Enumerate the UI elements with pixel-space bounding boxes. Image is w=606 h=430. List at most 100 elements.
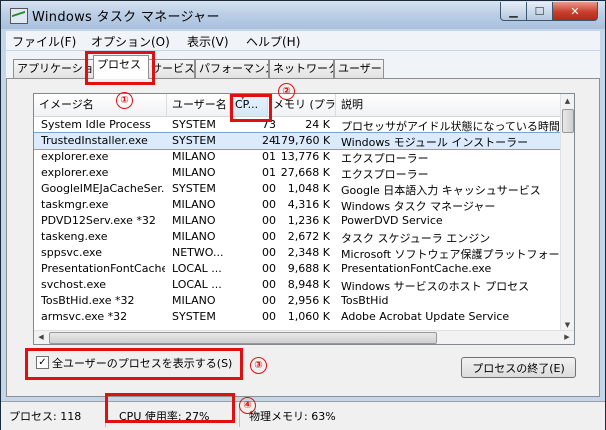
column-image-name[interactable]: イメージ名	[34, 94, 167, 116]
column-description[interactable]: 説明	[336, 94, 562, 116]
tab-performance[interactable]: パフォーマンス	[195, 59, 269, 78]
process-row[interactable]: TrustedInstaller.exe SYSTEM 24 179,760 K Win…	[34, 132, 563, 150]
status-physical-memory: 物理メモリ: 63%	[249, 410, 336, 423]
status-process-count: プロセス: 118	[9, 410, 82, 423]
window-title: Windows タスク マネージャー	[32, 10, 220, 25]
process-description: TosBtHid	[341, 294, 389, 307]
process-user-name: SYSTEM	[172, 118, 216, 131]
process-image-name: TrustedInstaller.exe	[41, 134, 148, 147]
process-memory: 13,776 K	[280, 150, 330, 163]
process-image-name: TosBtHid.exe *32	[41, 294, 135, 307]
process-row[interactable]: taskmgr.exe MILANO 00 4,316 K Windows タスク マネ…	[34, 197, 562, 213]
annotation-4: ④	[239, 397, 256, 414]
process-user-name: MILANO	[172, 230, 216, 243]
process-row[interactable]: armsvc.exe *32 SYSTEM 00 1,060 K Adobe Acrob…	[34, 309, 562, 325]
process-description: エクスプローラー	[341, 168, 429, 181]
process-image-name: explorer.exe	[41, 166, 109, 179]
process-memory: 8,948 K	[287, 278, 330, 291]
process-description: タスク スケジューラ エンジン	[341, 232, 491, 245]
process-row[interactable]: sppsvc.exe NETWO... 00 2,348 K Microsoft ソフト…	[34, 245, 563, 261]
process-user-name: MILANO	[172, 166, 216, 179]
process-row[interactable]: TosBtHid.exe *32 MILANO 00 2,956 K TosBtHid	[34, 293, 562, 309]
scroll-up-icon[interactable]: ▲	[561, 94, 574, 108]
process-description: Google 日本語入力 キャッシュサービス	[341, 184, 541, 197]
column-memory[interactable]: メモリ (プラ...	[268, 94, 336, 116]
process-description: Adobe Acrobat Update Service	[341, 310, 510, 323]
process-cpu: 00	[262, 310, 276, 323]
process-user-name: SYSTEM	[172, 182, 216, 195]
process-image-name: explorer.exe	[41, 150, 109, 163]
process-user-name: MILANO	[172, 150, 216, 163]
task-manager-window: Windows タスク マネージャー ▁ ☐ ✕ ファイル(F) オプション(O…	[0, 0, 606, 430]
process-row[interactable]: taskeng.exe MILANO 00 2,672 K タスク スケジューラ エンジ…	[34, 229, 562, 245]
process-list[interactable]: イメージ名 ユーザー名 ▼ CP... メモリ (プラ... 説明 System…	[33, 93, 575, 345]
highlight-show-all-users	[25, 348, 243, 380]
process-memory: 1,060 K	[287, 310, 330, 323]
process-row[interactable]: System Idle Process SYSTEM 73 24 K プロセッサがアイド…	[34, 117, 563, 133]
process-cpu: 00	[262, 214, 276, 227]
process-cpu: 00	[262, 198, 276, 211]
tab-applications[interactable]: アプリケーション	[13, 59, 95, 78]
process-image-name: PresentationFontCache...	[41, 262, 165, 275]
vertical-scrollbar[interactable]: ▲ ▼	[560, 94, 574, 332]
process-row[interactable]: PDVD12Serv.exe *32 MILANO 00 1,236 K PowerDV…	[34, 213, 562, 229]
process-description: エクスプローラー	[341, 152, 429, 165]
process-image-name: sppsvc.exe	[41, 246, 102, 259]
process-memory: 2,956 K	[287, 294, 330, 307]
process-row[interactable]: explorer.exe MILANO 01 27,668 K エクスプローラー	[34, 165, 562, 181]
vertical-scroll-thumb[interactable]	[562, 109, 574, 133]
horizontal-scrollbar[interactable]: ◀ ▶	[34, 330, 574, 344]
annotation-2: ②	[278, 83, 295, 100]
tab-network[interactable]: ネットワーク	[269, 59, 334, 78]
process-image-name: PDVD12Serv.exe *32	[41, 214, 156, 227]
process-image-name: taskeng.exe	[41, 230, 108, 243]
menu-file[interactable]: ファイル(F)	[12, 33, 76, 50]
process-user-name: MILANO	[172, 294, 216, 307]
process-user-name: MILANO	[172, 214, 216, 227]
process-description: プロセッサがアイドル状態になっている時間 (パー	[341, 120, 563, 133]
horizontal-scroll-thumb[interactable]	[49, 332, 437, 344]
process-description: Windows タスク マネージャー	[341, 200, 496, 213]
process-image-name: armsvc.exe *32	[41, 310, 128, 323]
highlight-cpu-usage	[105, 393, 235, 423]
maximize-icon: ☐	[534, 4, 545, 18]
menu-view[interactable]: 表示(V)	[187, 33, 229, 50]
close-button[interactable]: ✕	[552, 2, 598, 21]
process-memory: 24 K	[305, 118, 330, 131]
menu-options[interactable]: オプション(O)	[91, 33, 170, 50]
process-cpu: 00	[262, 230, 276, 243]
process-row[interactable]: PresentationFontCache... LOCAL ... 00 9,688…	[34, 261, 562, 277]
process-cpu: 00	[262, 246, 276, 259]
process-cpu: 00	[262, 182, 276, 195]
process-image-name: taskmgr.exe	[41, 198, 109, 211]
annotation-3: ③	[250, 357, 267, 374]
tab-processes[interactable]: プロセス	[93, 55, 149, 79]
tab-users[interactable]: ユーザー	[334, 59, 384, 78]
scroll-right-icon[interactable]: ▶	[560, 331, 574, 344]
close-icon: ✕	[570, 4, 580, 18]
process-user-name: SYSTEM	[172, 310, 216, 323]
process-memory: 2,672 K	[287, 230, 330, 243]
process-image-name: System Idle Process	[41, 118, 151, 131]
process-user-name: LOCAL ...	[172, 262, 222, 275]
end-process-button[interactable]: プロセスの終了(E)	[461, 357, 576, 378]
process-row[interactable]: svchost.exe LOCAL ... 00 8,948 K Windows サービ…	[34, 277, 562, 293]
annotation-1: ①	[116, 92, 133, 109]
process-memory: 1,048 K	[287, 182, 330, 195]
process-cpu: 01	[262, 166, 276, 179]
menu-help[interactable]: ヘルプ(H)	[246, 33, 300, 50]
process-memory: 27,668 K	[280, 166, 330, 179]
process-description: Windows モジュール インストーラー	[341, 136, 529, 149]
process-memory: 179,760 K	[274, 134, 330, 147]
process-description: Microsoft ソフトウェア保護プラットフォーム サー	[341, 248, 563, 261]
column-user-name[interactable]: ユーザー名	[167, 94, 230, 116]
minimize-button[interactable]: ▁	[500, 2, 527, 21]
process-row[interactable]: explorer.exe MILANO 01 13,776 K エクスプローラー	[34, 149, 562, 165]
process-description: PowerDVD Service	[341, 214, 443, 227]
process-row[interactable]: GoogleIMEJaCacheSer... SYSTEM 00 1,048 K Goo…	[34, 181, 562, 197]
title-bar[interactable]: Windows タスク マネージャー ▁ ☐ ✕	[1, 1, 605, 29]
maximize-button[interactable]: ☐	[526, 2, 553, 21]
process-user-name: LOCAL ...	[172, 278, 222, 291]
scroll-left-icon[interactable]: ◀	[34, 331, 48, 344]
minimize-icon: ▁	[509, 4, 518, 18]
